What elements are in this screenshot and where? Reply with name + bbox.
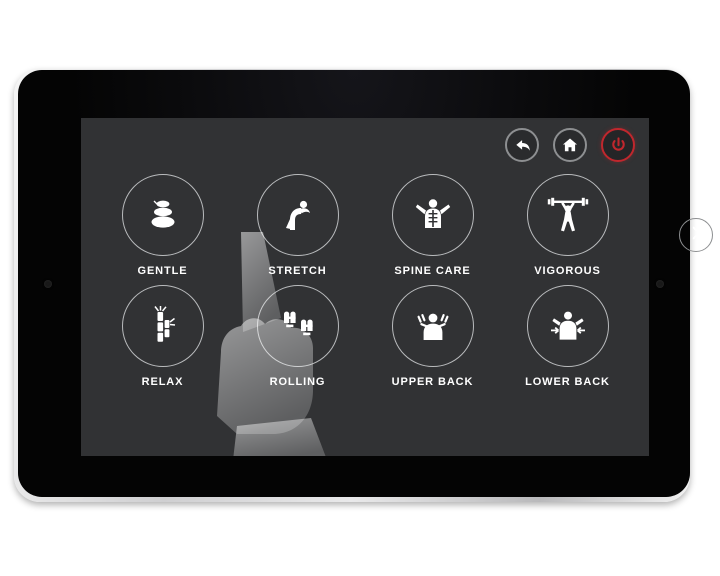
- program-label: SPINE CARE: [394, 265, 471, 277]
- power-icon: [609, 136, 628, 155]
- program-label: GENTLE: [137, 265, 188, 277]
- screen-toolbar: [505, 128, 635, 162]
- touchscreen-display: GENTLE STRETCH SPINE CARE VIGOROUS RELAX…: [81, 118, 649, 456]
- program-item-stretch[interactable]: STRETCH: [230, 174, 365, 277]
- tablet-device: GENTLE STRETCH SPINE CARE VIGOROUS RELAX…: [14, 69, 713, 502]
- back-button[interactable]: [505, 128, 539, 162]
- power-button[interactable]: [601, 128, 635, 162]
- spine-person-icon: [414, 197, 452, 233]
- upper-back-icon: [413, 309, 453, 343]
- home-icon: [561, 136, 579, 154]
- next-page-button[interactable]: [679, 218, 713, 252]
- back-arrow-icon: [513, 136, 532, 155]
- program-item-upper-back[interactable]: UPPER BACK: [365, 285, 500, 388]
- program-item-vigorous[interactable]: VIGOROUS: [500, 174, 635, 277]
- zen-stones-icon: [146, 197, 180, 233]
- program-circle[interactable]: [121, 174, 204, 256]
- program-label: LOWER BACK: [525, 376, 610, 388]
- chevron-right-icon: [688, 225, 704, 246]
- sensor-icon: [656, 279, 664, 288]
- program-label: VIGOROUS: [534, 265, 601, 277]
- program-circle[interactable]: [526, 285, 609, 367]
- program-item-rolling[interactable]: ROLLING: [230, 285, 365, 388]
- stretch-person-icon: [281, 196, 315, 234]
- program-circle[interactable]: [391, 285, 474, 367]
- program-circle[interactable]: [391, 174, 474, 256]
- tablet-bezel: GENTLE STRETCH SPINE CARE VIGOROUS RELAX…: [18, 70, 713, 497]
- roller-heads-icon: [280, 310, 316, 342]
- program-grid: GENTLE STRETCH SPINE CARE VIGOROUS RELAX…: [81, 174, 649, 388]
- program-circle[interactable]: [526, 174, 609, 256]
- program-label: ROLLING: [269, 376, 326, 388]
- home-button[interactable]: [553, 128, 587, 162]
- program-label: RELAX: [141, 376, 184, 388]
- barbell-person-icon: [547, 196, 589, 234]
- program-circle[interactable]: [256, 174, 339, 256]
- program-circle[interactable]: [256, 285, 339, 367]
- bamboo-icon: [146, 306, 180, 346]
- lower-back-icon: [548, 309, 588, 343]
- program-item-lower-back[interactable]: LOWER BACK: [500, 285, 635, 388]
- program-item-gentle[interactable]: GENTLE: [95, 174, 230, 277]
- program-item-spine-care[interactable]: SPINE CARE: [365, 174, 500, 277]
- program-circle[interactable]: [121, 285, 204, 367]
- program-label: STRETCH: [268, 265, 327, 277]
- program-label: UPPER BACK: [391, 376, 474, 388]
- program-item-relax[interactable]: RELAX: [95, 285, 230, 388]
- camera-icon: [44, 279, 52, 288]
